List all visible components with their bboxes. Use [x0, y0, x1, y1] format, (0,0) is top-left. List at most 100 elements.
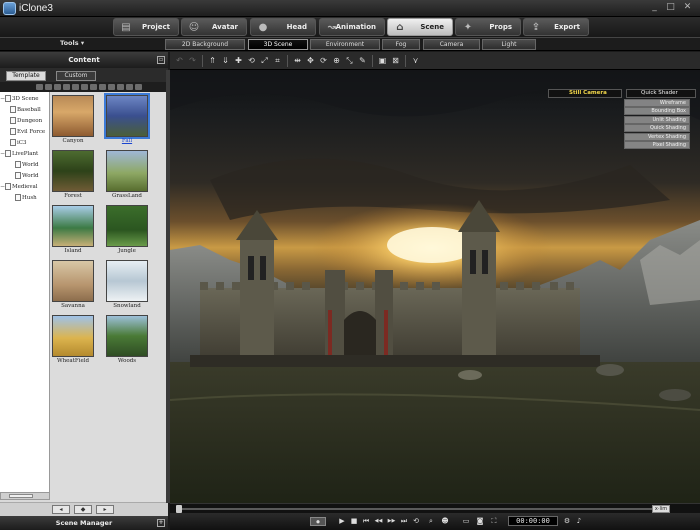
fit-icon[interactable]: ⤡ — [344, 55, 355, 66]
thumbnail-snowland[interactable]: Snowland — [106, 260, 150, 316]
record-mode-icon[interactable]: ⏺ — [310, 517, 326, 526]
character-icon[interactable]: ☻ — [440, 517, 450, 526]
tab-animation[interactable]: ↝ Animation — [319, 18, 385, 36]
tab-scene[interactable]: ⌂ Scene — [387, 18, 453, 36]
strip-tool-icon[interactable] — [90, 84, 97, 90]
camera-icon[interactable]: ◙ — [475, 517, 485, 526]
strip-tool-icon[interactable] — [108, 84, 115, 90]
timeline-bar[interactable]: x·lim — [170, 503, 700, 513]
move-icon[interactable]: ✚ — [233, 55, 244, 66]
subtab-3d-scene[interactable]: 3D Scene — [248, 39, 308, 50]
content-tab-template[interactable]: Template — [6, 71, 46, 81]
tab-props[interactable]: ✦ Props — [455, 18, 521, 36]
shader-select[interactable]: Quick Shader — [626, 89, 696, 98]
thumbnail-fall[interactable]: Fall — [104, 93, 150, 151]
next-page-button[interactable]: ▸ — [96, 505, 114, 514]
redo-icon[interactable]: ↷ — [187, 55, 198, 66]
rewind-icon[interactable]: ◀◀ — [373, 517, 384, 526]
strip-tool-icon[interactable] — [99, 84, 106, 90]
prev-page-button[interactable]: ◂ — [52, 505, 70, 514]
strip-tool-icon[interactable] — [117, 84, 124, 90]
strip-tool-icon[interactable] — [126, 84, 133, 90]
frame-icon[interactable]: ⌗ — [272, 55, 283, 66]
tree-scrollbar[interactable] — [0, 492, 50, 500]
3d-viewport[interactable]: Still Camera Quick Shader Wireframe Bound… — [170, 70, 700, 503]
thumbnail-canyon[interactable]: Canyon — [52, 95, 96, 151]
tree-item[interactable]: − LivePlant — [0, 149, 38, 159]
thumbnail-jungle[interactable]: Jungle — [106, 205, 150, 261]
layout-icon[interactable]: ▭ — [461, 517, 471, 526]
fullscreen-icon[interactable]: ⛶ — [489, 517, 499, 526]
strip-tool-icon[interactable] — [81, 84, 88, 90]
tree-item[interactable]: Dungeon — [5, 116, 42, 126]
strip-tool-icon[interactable] — [135, 84, 142, 90]
strip-tool-icon[interactable] — [45, 84, 52, 90]
tree-item[interactable]: iC3 — [5, 138, 26, 148]
tree-item[interactable]: −3D Scene — [0, 94, 39, 104]
camera-select[interactable]: Still Camera — [548, 89, 622, 98]
tab-project[interactable]: ▤ Project — [113, 18, 179, 36]
strip-tool-icon[interactable] — [72, 84, 79, 90]
tree-item[interactable]: Evil Force — [5, 127, 45, 137]
shader-option-vertex-shading[interactable]: Vertex Shading — [624, 132, 690, 141]
thumbnail-grassland[interactable]: GrassLand — [106, 150, 150, 206]
loop-icon[interactable]: ⟲ — [411, 517, 421, 526]
thumbnail-wheatfield[interactable]: WheatField — [52, 315, 96, 371]
zoom-icon[interactable]: ⊕ — [331, 55, 342, 66]
rotate-icon[interactable]: ⟲ — [246, 55, 257, 66]
pick-child-icon[interactable]: ⇓ — [220, 55, 231, 66]
shader-option-pixel-shading[interactable]: Pixel Shading — [624, 141, 690, 149]
tab-avatar[interactable]: ☺ Avatar — [181, 18, 247, 36]
align-icon[interactable]: ⇹ — [292, 55, 303, 66]
scrollbar-thumb[interactable] — [9, 494, 33, 498]
scene-manager-header[interactable]: Scene Manager + — [0, 516, 168, 530]
thumbnail-savanna[interactable]: Savanna — [52, 260, 96, 316]
shader-option-unlit-shading[interactable]: Unlit Shading — [624, 115, 690, 124]
scene-manager-expand-icon[interactable]: + — [157, 519, 165, 527]
prev-key-icon[interactable]: ⏮ — [361, 517, 371, 526]
draw-icon[interactable]: ✎ — [357, 55, 368, 66]
zoom-view-icon[interactable]: ⌕ — [426, 517, 436, 526]
strip-tool-icon[interactable] — [54, 84, 61, 90]
close-button[interactable]: ✕ — [681, 2, 694, 13]
maximize-button[interactable]: □ — [664, 2, 677, 13]
pick-parent-icon[interactable]: ⇑ — [207, 55, 218, 66]
shader-option-bounding-box[interactable]: Bounding Box — [624, 107, 690, 116]
speaker-icon[interactable]: ♪ — [574, 517, 584, 526]
timeline-track[interactable] — [178, 508, 656, 510]
thumbnail-forest[interactable]: Forest — [52, 150, 96, 206]
strip-tool-icon[interactable] — [63, 84, 70, 90]
timecode-display[interactable]: 00:00:00 — [508, 516, 558, 526]
tree-item[interactable]: − Medieval — [0, 182, 38, 192]
tree-item[interactable]: Hush — [10, 193, 37, 203]
orbit-icon[interactable]: ⟳ — [318, 55, 329, 66]
apply-button[interactable]: ◆ — [74, 505, 92, 514]
shader-option-quick-shading[interactable]: Quick Shading — [624, 124, 690, 133]
stop-icon[interactable]: ■ — [349, 517, 359, 526]
view-all-icon[interactable]: ▣ — [377, 55, 388, 66]
strip-tool-icon[interactable] — [36, 84, 43, 90]
scale-icon[interactable]: ⤢ — [259, 55, 270, 66]
subtab-light[interactable]: Light — [482, 39, 536, 50]
play-icon[interactable]: ▶ — [337, 517, 347, 526]
subtab-environment[interactable]: Environment — [310, 39, 380, 50]
timeline-mode-button[interactable]: x·lim — [652, 505, 670, 513]
tab-export[interactable]: ⇪ Export — [523, 18, 589, 36]
undo-icon[interactable]: ↶ — [174, 55, 185, 66]
next-key-icon[interactable]: ⏭ — [399, 517, 409, 526]
thumbnail-island[interactable]: Island — [52, 205, 96, 261]
subtab-camera[interactable]: Camera — [423, 39, 480, 50]
panel-collapse-icon[interactable]: ▫ — [157, 56, 165, 64]
shader-option-wireframe[interactable]: Wireframe — [624, 99, 690, 107]
subtab-2d-background[interactable]: 2D Background — [165, 39, 245, 50]
content-tab-custom[interactable]: Custom — [56, 71, 96, 81]
tree-item[interactable]: World — [10, 160, 39, 170]
timeline-scrubber[interactable] — [176, 505, 182, 513]
pan-icon[interactable]: ✥ — [305, 55, 316, 66]
minimize-button[interactable]: _ — [648, 2, 661, 13]
settings-icon[interactable]: ⚙ — [562, 517, 572, 526]
tab-head[interactable]: ● Head — [250, 18, 316, 36]
view-selected-icon[interactable]: ⊠ — [390, 55, 401, 66]
thumbnail-woods[interactable]: Woods — [106, 315, 150, 371]
snap-icon[interactable]: ⋎ — [410, 55, 421, 66]
